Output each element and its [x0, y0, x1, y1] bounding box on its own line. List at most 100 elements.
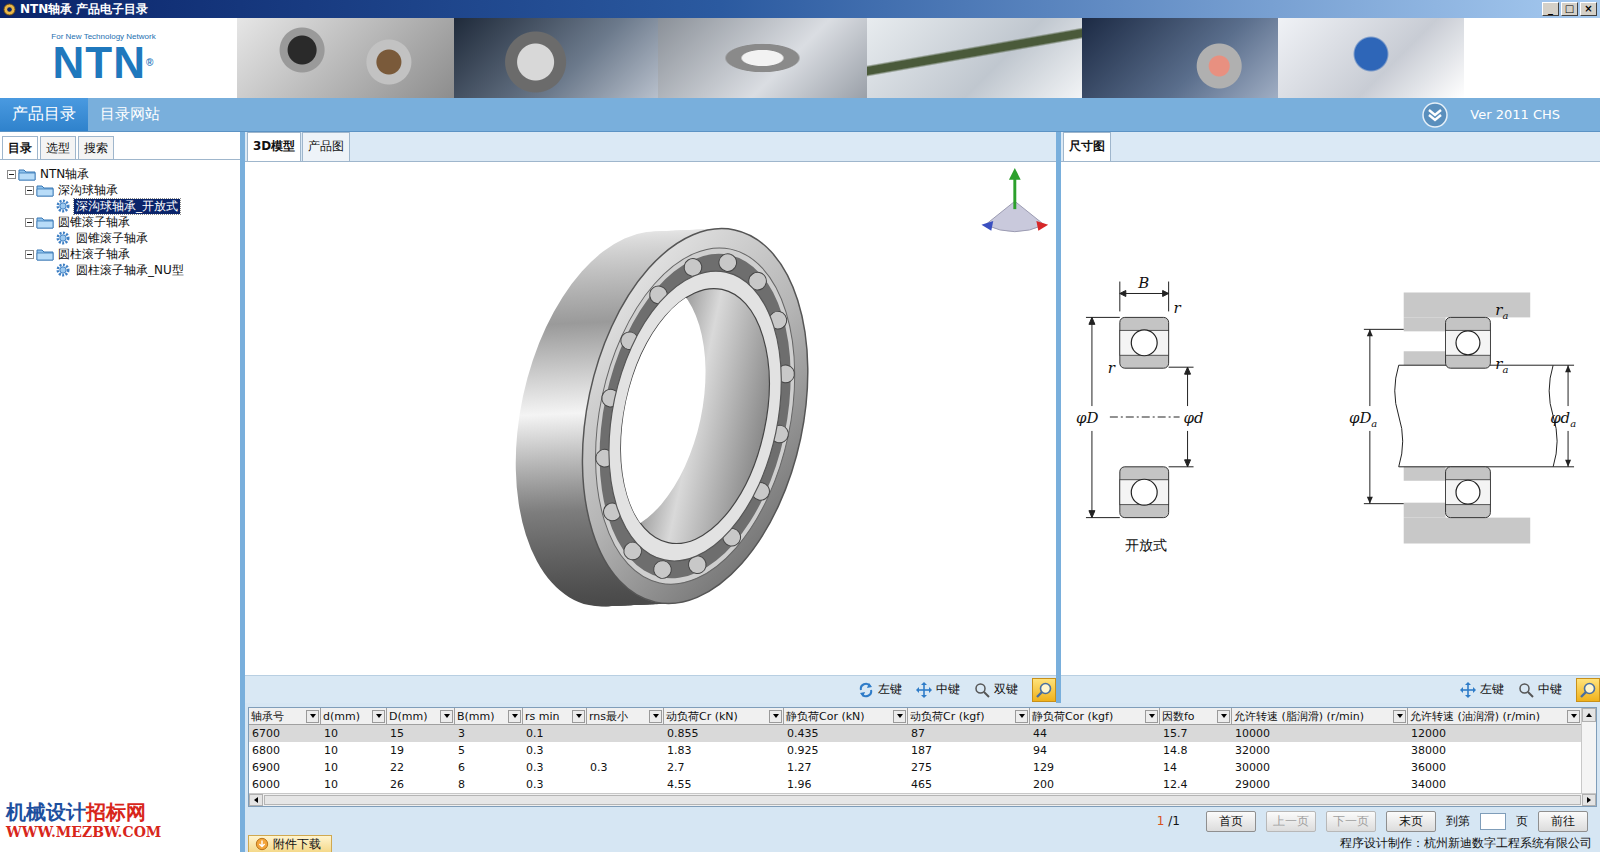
model-viewport[interactable]	[245, 162, 1056, 675]
column-header[interactable]: D(mm)	[387, 708, 455, 725]
filter-dropdown[interactable]	[1145, 710, 1158, 723]
download-icon	[255, 837, 269, 851]
column-header[interactable]: rns最小	[587, 708, 664, 725]
zoom-button[interactable]	[1032, 678, 1056, 702]
column-header[interactable]: 静负荷Cor (kgf)	[1030, 708, 1160, 725]
sidebar-tab[interactable]: 搜索	[78, 136, 114, 159]
tree-item[interactable]: 圆柱滚子轴承_NU型	[4, 262, 240, 278]
dimension-viewport[interactable]: BrrφDφd开放式raraφDaφda	[1061, 162, 1600, 675]
pager-button[interactable]: 下一页	[1326, 811, 1376, 832]
mouse-hint[interactable]: 左键	[858, 681, 902, 698]
attachment-download-button[interactable]: 附件下载	[248, 835, 332, 852]
tree-label[interactable]: 圆柱滚子轴承	[56, 247, 132, 262]
window-control-button[interactable]: _	[1542, 2, 1559, 16]
column-header[interactable]: rs min	[523, 708, 587, 725]
expander-box[interactable]	[25, 186, 34, 195]
go-button[interactable]: 前往	[1538, 811, 1588, 832]
sidebar-tab[interactable]: 目录	[2, 136, 38, 159]
mouse-hint[interactable]: 左键	[1460, 681, 1504, 698]
pager-button[interactable]: 首页	[1206, 811, 1256, 832]
table-cell: 19	[387, 742, 455, 759]
filter-dropdown[interactable]	[1015, 710, 1028, 723]
version-label: Ver 2011 CHS	[1470, 107, 1600, 122]
pan-icon	[1460, 682, 1476, 698]
tree-label[interactable]: 深沟球轴承_开放式	[74, 199, 180, 214]
window-control-button[interactable]: □	[1561, 2, 1578, 16]
window-control-button[interactable]: ×	[1580, 2, 1597, 16]
table-row[interactable]: 6800101950.31.830.9251879414.83200038000	[249, 742, 1581, 759]
mouse-hint[interactable]: 中键	[1518, 681, 1562, 698]
table-cell: 1.96	[784, 776, 908, 793]
table-row[interactable]: 6900102260.30.32.71.27275129143000036000	[249, 759, 1581, 776]
collapse-chevron-icon[interactable]	[1422, 102, 1448, 128]
column-header[interactable]: 允许转速 (脂润滑) (r/min)	[1232, 708, 1408, 725]
vertical-scrollbar[interactable]	[1581, 708, 1596, 793]
catalog-tree: NTN轴承深沟球轴承深沟球轴承_开放式圆锥滚子轴承圆锥滚子轴承圆柱滚子轴承圆柱滚…	[0, 160, 240, 278]
column-header[interactable]: 轴承号	[249, 708, 321, 725]
horizontal-scrollbar[interactable]	[249, 793, 1596, 806]
page-count: 1 /1	[1157, 814, 1180, 828]
mouse-hint[interactable]: 双键	[974, 681, 1018, 698]
axis-gizmo-icon[interactable]	[981, 168, 1048, 232]
filter-dropdown[interactable]	[1217, 710, 1230, 723]
filter-dropdown[interactable]	[1567, 710, 1580, 723]
tree-item[interactable]: 圆柱滚子轴承	[4, 246, 240, 262]
column-header[interactable]: 允许转速 (油润滑) (r/min)	[1408, 708, 1581, 725]
zoom-button[interactable]	[1576, 678, 1600, 702]
title-bar: NTN轴承 产品电子目录_□×	[0, 0, 1600, 18]
column-header[interactable]: 动负荷Cr (kgf)	[908, 708, 1030, 725]
tree-item[interactable]: 深沟球轴承_开放式	[4, 198, 240, 214]
mouse-hint[interactable]: 中键	[916, 681, 960, 698]
tree-item[interactable]: 圆锥滚子轴承	[4, 230, 240, 246]
tree-item[interactable]: 圆锥滚子轴承	[4, 214, 240, 230]
column-header[interactable]: 动负荷Cr (kN)	[664, 708, 784, 725]
pager-button[interactable]: 上一页	[1266, 811, 1316, 832]
nav-tab[interactable]: 产品目录	[0, 98, 88, 131]
nav-tab[interactable]: 目录网站	[88, 98, 172, 131]
page-input[interactable]	[1480, 813, 1506, 830]
table-cell: 465	[908, 776, 1030, 793]
panel-tab[interactable]: 3D模型	[247, 132, 301, 161]
tree-label[interactable]: 圆柱滚子轴承_NU型	[74, 263, 186, 278]
panel-tab[interactable]: 尺寸图	[1063, 132, 1111, 161]
table-cell: 0.1	[523, 725, 587, 742]
tree-label[interactable]: 圆锥滚子轴承	[74, 231, 150, 246]
expander-box[interactable]	[7, 170, 16, 179]
filter-dropdown[interactable]	[649, 710, 662, 723]
column-header[interactable]: 静负荷Cor (kN)	[784, 708, 908, 725]
filter-dropdown[interactable]	[306, 710, 319, 723]
tree-item[interactable]: NTN轴承	[4, 166, 240, 182]
filter-dropdown[interactable]	[440, 710, 453, 723]
filter-dropdown[interactable]	[508, 710, 521, 723]
banner-photo	[237, 18, 454, 98]
tree-label[interactable]: NTN轴承	[38, 167, 91, 182]
expander-box[interactable]	[25, 218, 34, 227]
mouse-hint-label: 双键	[994, 681, 1018, 698]
table-cell: 6	[455, 759, 523, 776]
table-cell: 10	[321, 776, 387, 793]
column-header[interactable]: B(mm)	[455, 708, 523, 725]
filter-dropdown[interactable]	[572, 710, 585, 723]
filter-dropdown[interactable]	[1393, 710, 1406, 723]
ntn-logo: For New Technology NetworkNTN®	[0, 18, 237, 98]
sidebar-tab[interactable]: 选型	[40, 136, 76, 159]
table-cell: 14	[1160, 759, 1232, 776]
filter-dropdown[interactable]	[893, 710, 906, 723]
expander-box[interactable]	[25, 250, 34, 259]
filter-dropdown[interactable]	[372, 710, 385, 723]
table-row[interactable]: 6700101530.10.8550.435874415.71000012000	[249, 725, 1581, 742]
pager-button[interactable]: 末页	[1386, 811, 1436, 832]
zoom-icon	[1518, 682, 1534, 698]
tree-label[interactable]: 深沟球轴承	[56, 183, 120, 198]
column-header[interactable]: d(mm)	[321, 708, 387, 725]
column-header[interactable]: 因数fo	[1160, 708, 1232, 725]
panel-tab[interactable]: 产品图	[302, 132, 350, 161]
tree-item[interactable]: 深沟球轴承	[4, 182, 240, 198]
filter-dropdown[interactable]	[769, 710, 782, 723]
gear-icon	[54, 263, 72, 277]
table-cell: 44	[1030, 725, 1160, 742]
tree-label[interactable]: 圆锥滚子轴承	[56, 215, 132, 230]
table-row[interactable]: 6000102680.34.551.9646520012.42900034000	[249, 776, 1581, 793]
bearing-3d-model[interactable]	[245, 162, 1056, 675]
dimension-label: φDa	[1349, 409, 1377, 429]
